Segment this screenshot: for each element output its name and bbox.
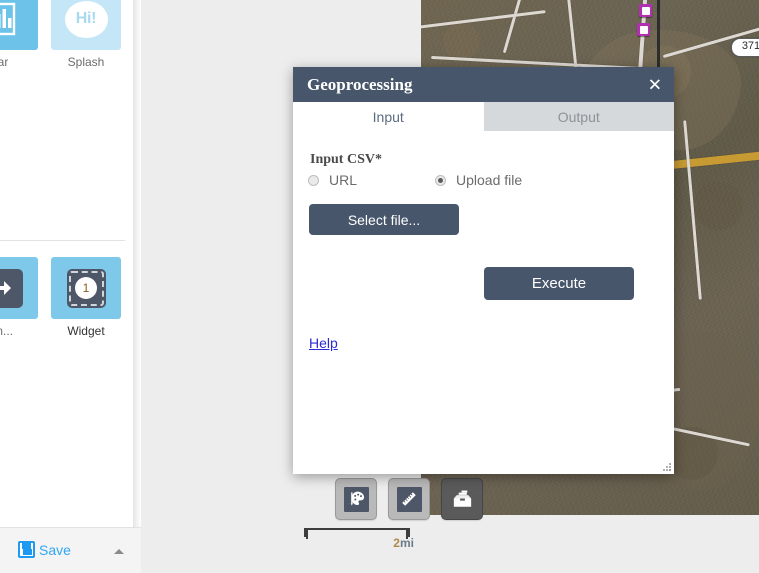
tab-input-label: Input bbox=[372, 108, 404, 125]
widget-number-badge: 1 bbox=[75, 277, 97, 299]
widget-tile-label: Splash bbox=[67, 55, 105, 69]
widget-tile-label: m... bbox=[0, 324, 13, 338]
splash-badge-text: Hi! bbox=[75, 10, 97, 27]
radio-option-url[interactable]: URL bbox=[308, 172, 357, 188]
save-button[interactable]: Save bbox=[18, 541, 71, 558]
scale-bar-label: 2mi bbox=[393, 536, 414, 550]
radio-upload-file-button[interactable] bbox=[435, 174, 447, 186]
widget-thumb: 1 bbox=[51, 257, 121, 319]
select-file-button[interactable]: Select file... bbox=[309, 204, 459, 235]
marker-glyph-icon bbox=[641, 6, 650, 15]
save-button-label: Save bbox=[39, 541, 71, 558]
map-tool-buttons bbox=[335, 478, 483, 520]
map-marker[interactable] bbox=[639, 4, 652, 17]
basemap-button[interactable] bbox=[335, 478, 377, 520]
numbered-widget-icon: 1 bbox=[66, 268, 106, 308]
dialog-title-bar[interactable]: Geoprocessing ✕ bbox=[293, 67, 674, 102]
widget-list-scroll[interactable]: ar Hi! Splash bbox=[0, 0, 133, 527]
save-bar: Save bbox=[0, 527, 141, 573]
widget-configuration-panel: ar Hi! Splash bbox=[0, 0, 141, 573]
radio-url-label: URL bbox=[329, 172, 358, 188]
widget-row: m... 1 Widget bbox=[0, 257, 121, 338]
measure-button[interactable] bbox=[388, 478, 430, 520]
input-source-radio-group: URL Upload file bbox=[308, 172, 522, 188]
widget-thumb: Hi! bbox=[51, 0, 121, 50]
radio-url-button[interactable] bbox=[308, 174, 319, 186]
dialog-tabs: Input Output bbox=[293, 102, 674, 131]
radio-upload-file-label: Upload file bbox=[456, 172, 523, 188]
marker-glyph-icon bbox=[639, 25, 648, 34]
resize-grip-icon[interactable] bbox=[661, 461, 671, 471]
widget-tile-widget[interactable]: 1 Widget bbox=[51, 257, 121, 338]
widget-thumb bbox=[0, 0, 38, 50]
widget-tile-bar[interactable]: ar bbox=[0, 0, 38, 69]
analysis-toolbox-button[interactable] bbox=[441, 478, 483, 520]
route-shield-label: 371 bbox=[741, 40, 759, 52]
speech-bubble-hi-icon: Hi! bbox=[64, 0, 108, 38]
app-root: 371 141 bbox=[0, 0, 759, 573]
panel-divider bbox=[0, 240, 125, 241]
widget-tile-splash[interactable]: Hi! Splash bbox=[51, 0, 121, 69]
map-marker[interactable] bbox=[637, 23, 650, 36]
geoprocessing-dialog[interactable]: Geoprocessing ✕ Input Output Input CSV* … bbox=[293, 67, 674, 474]
widget-thumb bbox=[0, 257, 38, 319]
floppy-disk-icon bbox=[18, 541, 35, 558]
widget-tile-arrow[interactable]: m... bbox=[0, 257, 38, 338]
chevron-up-icon[interactable] bbox=[114, 549, 124, 554]
toolbox-icon bbox=[450, 487, 475, 512]
tab-output-label: Output bbox=[557, 108, 600, 125]
dialog-title: Geoprocessing bbox=[307, 74, 413, 94]
close-icon[interactable]: ✕ bbox=[648, 76, 662, 93]
execute-button[interactable]: Execute bbox=[484, 267, 634, 300]
widget-row: ar Hi! Splash bbox=[0, 0, 121, 69]
ruler-icon bbox=[396, 486, 422, 512]
route-shield: 371 bbox=[731, 38, 759, 57]
bar-chart-icon bbox=[0, 2, 16, 36]
help-link[interactable]: Help bbox=[309, 335, 338, 351]
panel-shadow-edge bbox=[133, 0, 141, 527]
map-scale-bar: 2mi bbox=[304, 528, 414, 550]
input-csv-label: Input CSV* bbox=[310, 152, 382, 167]
palette-icon bbox=[343, 486, 369, 512]
tab-output[interactable]: Output bbox=[483, 102, 674, 131]
scale-unit: mi bbox=[399, 536, 414, 550]
arrow-widget-icon bbox=[0, 268, 23, 308]
dialog-body: Input CSV* URL Upload file Select file..… bbox=[293, 131, 674, 474]
widget-tile-label: ar bbox=[0, 55, 9, 69]
radio-option-upload-file[interactable]: Upload file bbox=[435, 172, 522, 188]
tab-input[interactable]: Input bbox=[293, 102, 484, 131]
scale-number: 2 bbox=[393, 536, 400, 550]
widget-tile-label: Widget bbox=[67, 324, 105, 338]
